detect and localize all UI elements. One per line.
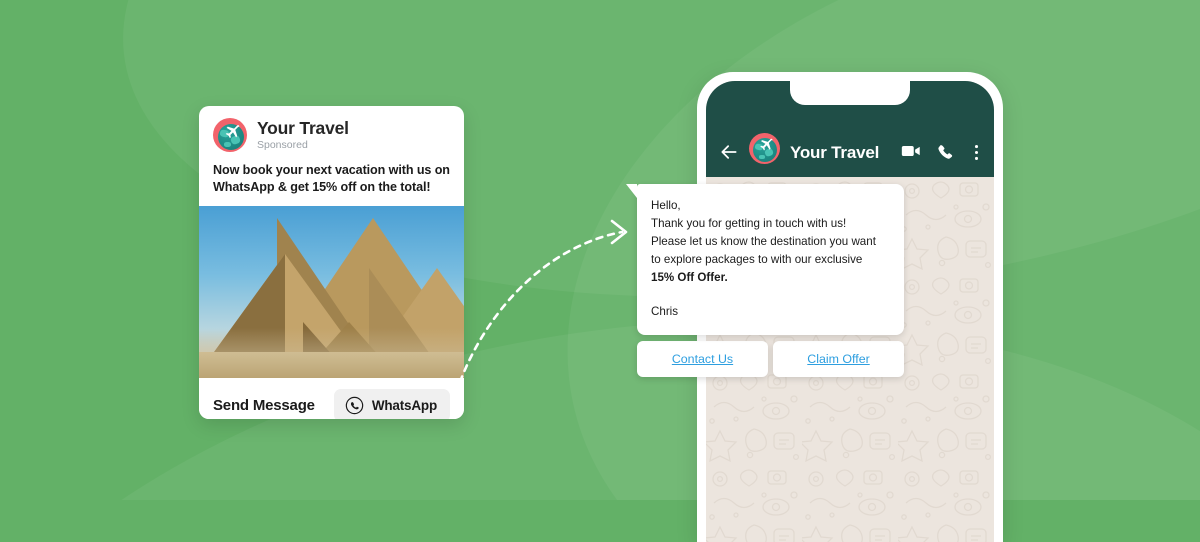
phone-call-icon[interactable] xyxy=(936,143,955,162)
ad-sponsored-label: Sponsored xyxy=(257,138,308,151)
message-line-4: to explore packages to with our exclusiv… xyxy=(651,252,863,266)
phone-notch xyxy=(790,81,910,105)
chat-contact-name: Your Travel xyxy=(790,143,880,162)
chat-message-bubble: Hello, Thank you for getting in touch wi… xyxy=(626,184,904,335)
bubble-tail xyxy=(626,184,637,198)
back-arrow-icon[interactable] xyxy=(719,142,739,162)
ad-photo-pyramids xyxy=(199,206,464,378)
message-offer-bold: 15% Off Offer. xyxy=(651,270,728,284)
contact-us-label: Contact Us xyxy=(671,351,734,366)
chat-avatar[interactable] xyxy=(749,133,780,164)
globe-continent xyxy=(759,155,765,159)
page-background xyxy=(0,0,1200,500)
ad-whatsapp-label: WhatsApp xyxy=(371,398,437,413)
ad-footer: Send Message WhatsApp xyxy=(199,378,464,419)
airplane-icon xyxy=(225,125,240,139)
whatsapp-icon xyxy=(345,396,364,415)
chat-message-group: Hello, Thank you for getting in touch wi… xyxy=(626,184,904,377)
ad-whatsapp-button[interactable]: WhatsApp xyxy=(333,389,450,419)
facebook-ad-card[interactable]: Your Travel Sponsored Now book your next… xyxy=(199,106,464,419)
message-signature: Chris xyxy=(651,304,679,318)
three-dot-menu-icon[interactable] xyxy=(974,143,979,162)
ad-header: Your Travel Sponsored xyxy=(199,106,464,156)
chat-message-text: Hello, Thank you for getting in touch wi… xyxy=(651,197,890,287)
desert-sand xyxy=(199,352,464,378)
ad-copy-text: Now book your next vacation with us on W… xyxy=(213,163,450,194)
message-action-buttons: Contact Us Claim Offer xyxy=(637,340,904,377)
brand-logo-icon xyxy=(213,118,247,152)
claim-offer-label: Claim Offer xyxy=(807,351,870,366)
ad-brand-name: Your Travel xyxy=(257,117,349,138)
message-greeting: Hello, xyxy=(651,199,681,212)
whatsapp-chat-header: Your Travel xyxy=(706,81,994,177)
airplane-icon xyxy=(760,138,773,151)
globe-continent xyxy=(224,142,231,147)
ad-cta-label: Send Message xyxy=(213,397,315,414)
claim-offer-button[interactable]: Claim Offer xyxy=(773,340,904,377)
contact-us-button[interactable]: Contact Us xyxy=(637,340,768,377)
ad-brand-text: Your Travel Sponsored xyxy=(257,117,349,152)
message-line-3: Please let us know the destination you w… xyxy=(651,234,876,248)
message-line-2: Thank you for getting in touch with us! xyxy=(651,216,847,230)
video-camera-icon[interactable] xyxy=(900,140,922,162)
